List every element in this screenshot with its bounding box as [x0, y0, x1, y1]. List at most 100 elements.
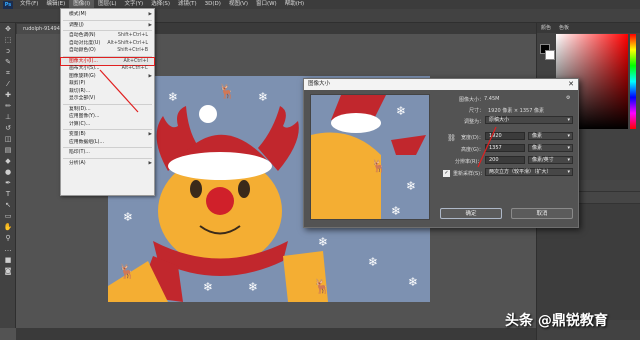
- menu-separator: [63, 157, 152, 159]
- svg-text:❄: ❄: [203, 280, 213, 294]
- link-icon[interactable]: ⛓: [447, 134, 456, 142]
- menu-separator: [63, 129, 152, 130]
- menu-file[interactable]: 文件(F): [16, 0, 42, 9]
- height-input[interactable]: 1357: [485, 144, 525, 152]
- width-input[interactable]: 1920: [485, 132, 525, 140]
- hand-tool-icon[interactable]: ✋: [3, 223, 13, 232]
- stamp-tool-icon[interactable]: ⊥: [3, 113, 13, 122]
- type-tool-icon[interactable]: T: [3, 190, 13, 199]
- menu-item-trap[interactable]: 陷印(T)...: [61, 149, 154, 157]
- quick-select-tool-icon[interactable]: ✎: [3, 58, 13, 67]
- submenu-arrow-icon: ▶: [148, 12, 152, 17]
- height-unit-select[interactable]: 像素: [528, 144, 573, 152]
- marquee-tool-icon[interactable]: ⬚: [3, 36, 13, 45]
- svg-text:❄: ❄: [123, 210, 133, 224]
- eyedropper-tool-icon[interactable]: ⁄: [3, 80, 13, 89]
- menu-item-auto-contrast[interactable]: 自动对比度(U) Alt+Shift+Ctrl+L: [61, 40, 154, 48]
- menu-item-image-rotation[interactable]: 图像旋转(G) ▶: [61, 73, 154, 81]
- menu-item-trim[interactable]: 裁切(R)...: [61, 88, 154, 96]
- move-tool-icon[interactable]: ✥: [3, 25, 13, 34]
- watermark-text: 头条 @鼎锐教育: [505, 313, 608, 329]
- menu-filter[interactable]: 滤镜(T): [174, 0, 201, 9]
- menu-item-mode[interactable]: 模式(M) ▶: [61, 11, 154, 19]
- quick-mask-icon[interactable]: ◙: [3, 267, 13, 276]
- submenu-arrow-icon: ▶: [148, 73, 152, 79]
- image-size-dialog: 图像大小 ✕ ❄ ❄ ❄ 🦌 图像大小： 7.45M ⚙ 尺寸： 1920 像素…: [303, 78, 579, 228]
- menu-item-crop[interactable]: 裁剪(P): [61, 80, 154, 88]
- gear-icon[interactable]: ⚙: [566, 95, 570, 101]
- height-label: 高度(G)：: [461, 147, 484, 153]
- resample-label: 重新采样(S)：: [453, 171, 486, 177]
- blur-tool-icon[interactable]: ◆: [3, 157, 13, 166]
- menu-window[interactable]: 窗口(W): [252, 0, 281, 9]
- tab-color[interactable]: 颜色: [537, 23, 555, 33]
- menu-help[interactable]: 帮助(H): [281, 0, 308, 9]
- pen-tool-icon[interactable]: ✒: [3, 179, 13, 188]
- image-menu-dropdown: 模式(M) ▶ 调整(J) ▶ 自动色调(N) Shift+Ctrl+L 自动对比度(…: [60, 8, 155, 196]
- image-preview[interactable]: ❄ ❄ ❄ 🦌: [310, 94, 430, 220]
- image-size-label: 图像大小：: [459, 97, 485, 103]
- photoshop-logo-icon: Ps: [3, 0, 13, 9]
- preview-thumbnail: ❄ ❄ ❄ 🦌: [311, 95, 429, 219]
- dimensions-label: 尺寸：: [469, 108, 485, 114]
- fit-to-label: 调整为：: [464, 119, 485, 125]
- color-swatch-icon[interactable]: ■: [3, 256, 13, 265]
- menu-item-duplicate[interactable]: 复制(D)...: [61, 106, 154, 114]
- fit-to-select[interactable]: 原稿大小: [485, 116, 573, 124]
- shape-tool-icon[interactable]: ▭: [3, 212, 13, 221]
- resample-method-select[interactable]: 两次立方（较平滑）（扩大）: [485, 168, 573, 176]
- path-select-tool-icon[interactable]: ↖: [3, 201, 13, 210]
- submenu-arrow-icon: ▶: [148, 132, 152, 137]
- resolution-input[interactable]: 200: [485, 156, 525, 164]
- tab-swatches[interactable]: 色板: [555, 23, 573, 33]
- zoom-tool-icon[interactable]: ⚲: [3, 234, 13, 243]
- menu-separator: [63, 19, 152, 21]
- menu-item-apply-data-set[interactable]: 应用数据组(L)...: [61, 139, 154, 147]
- svg-text:❄: ❄: [368, 255, 378, 269]
- menu-item-analysis[interactable]: 分析(A) ▶: [61, 160, 154, 168]
- svg-text:🦌: 🦌: [118, 263, 135, 280]
- svg-text:❄: ❄: [168, 90, 178, 104]
- menu-view[interactable]: 视图(V): [225, 0, 252, 9]
- menu-separator: [63, 30, 152, 31]
- menu-item-calculations[interactable]: 计算(C)...: [61, 121, 154, 129]
- menu-item-auto-tone[interactable]: 自动色调(N) Shift+Ctrl+L: [61, 32, 154, 40]
- more-tools-icon[interactable]: …: [3, 245, 13, 254]
- width-label: 宽度(D)：: [461, 135, 484, 141]
- svg-text:❄: ❄: [248, 280, 258, 294]
- crop-tool-icon[interactable]: ⌗: [3, 69, 13, 78]
- gradient-tool-icon[interactable]: ▤: [3, 146, 13, 155]
- history-brush-tool-icon[interactable]: ↺: [3, 124, 13, 133]
- svg-text:❄: ❄: [258, 90, 268, 104]
- hue-slider[interactable]: [630, 34, 636, 129]
- svg-text:🦌: 🦌: [218, 83, 235, 100]
- resample-checkbox[interactable]: ✓: [443, 170, 450, 177]
- menu-3d[interactable]: 3D(D): [201, 0, 225, 9]
- menu-item-reveal-all[interactable]: 显示全部(V): [61, 95, 154, 103]
- menu-item-auto-color[interactable]: 自动颜色(O) Shift+Ctrl+B: [61, 47, 154, 55]
- image-size-value: 7.45M: [484, 96, 500, 102]
- dodge-tool-icon[interactable]: ●: [3, 168, 13, 177]
- close-icon[interactable]: ✕: [568, 79, 574, 90]
- menu-item-variables[interactable]: 变量(B) ▶: [61, 131, 154, 139]
- resolution-unit-select[interactable]: 像素/英寸: [528, 156, 573, 164]
- cancel-button[interactable]: 取消: [511, 208, 573, 219]
- svg-text:🦌: 🦌: [313, 278, 330, 295]
- svg-text:❄: ❄: [406, 179, 416, 193]
- menu-item-adjustments[interactable]: 调整(J) ▶: [61, 22, 154, 30]
- svg-text:❄: ❄: [318, 235, 328, 249]
- lasso-tool-icon[interactable]: ↄ: [3, 47, 13, 56]
- svg-text:🦌: 🦌: [371, 159, 386, 173]
- eraser-tool-icon[interactable]: ◫: [3, 135, 13, 144]
- background-color-swatch[interactable]: [545, 50, 555, 60]
- healing-tool-icon[interactable]: ✚: [3, 91, 13, 100]
- menu-item-image-size[interactable]: 图像大小(I)... Alt+Ctrl+I: [60, 56, 155, 66]
- menu-item-apply-image[interactable]: 应用图像(Y)...: [61, 113, 154, 121]
- brush-tool-icon[interactable]: ✏: [3, 102, 13, 111]
- width-unit-select[interactable]: 像素: [528, 132, 573, 140]
- ok-button[interactable]: 确定: [440, 208, 502, 219]
- status-bar: [16, 328, 536, 340]
- menu-item-canvas-size[interactable]: 画布大小(S)... Alt+Ctrl+C: [61, 65, 154, 73]
- svg-text:❄: ❄: [391, 204, 401, 218]
- svg-text:❄: ❄: [408, 275, 418, 289]
